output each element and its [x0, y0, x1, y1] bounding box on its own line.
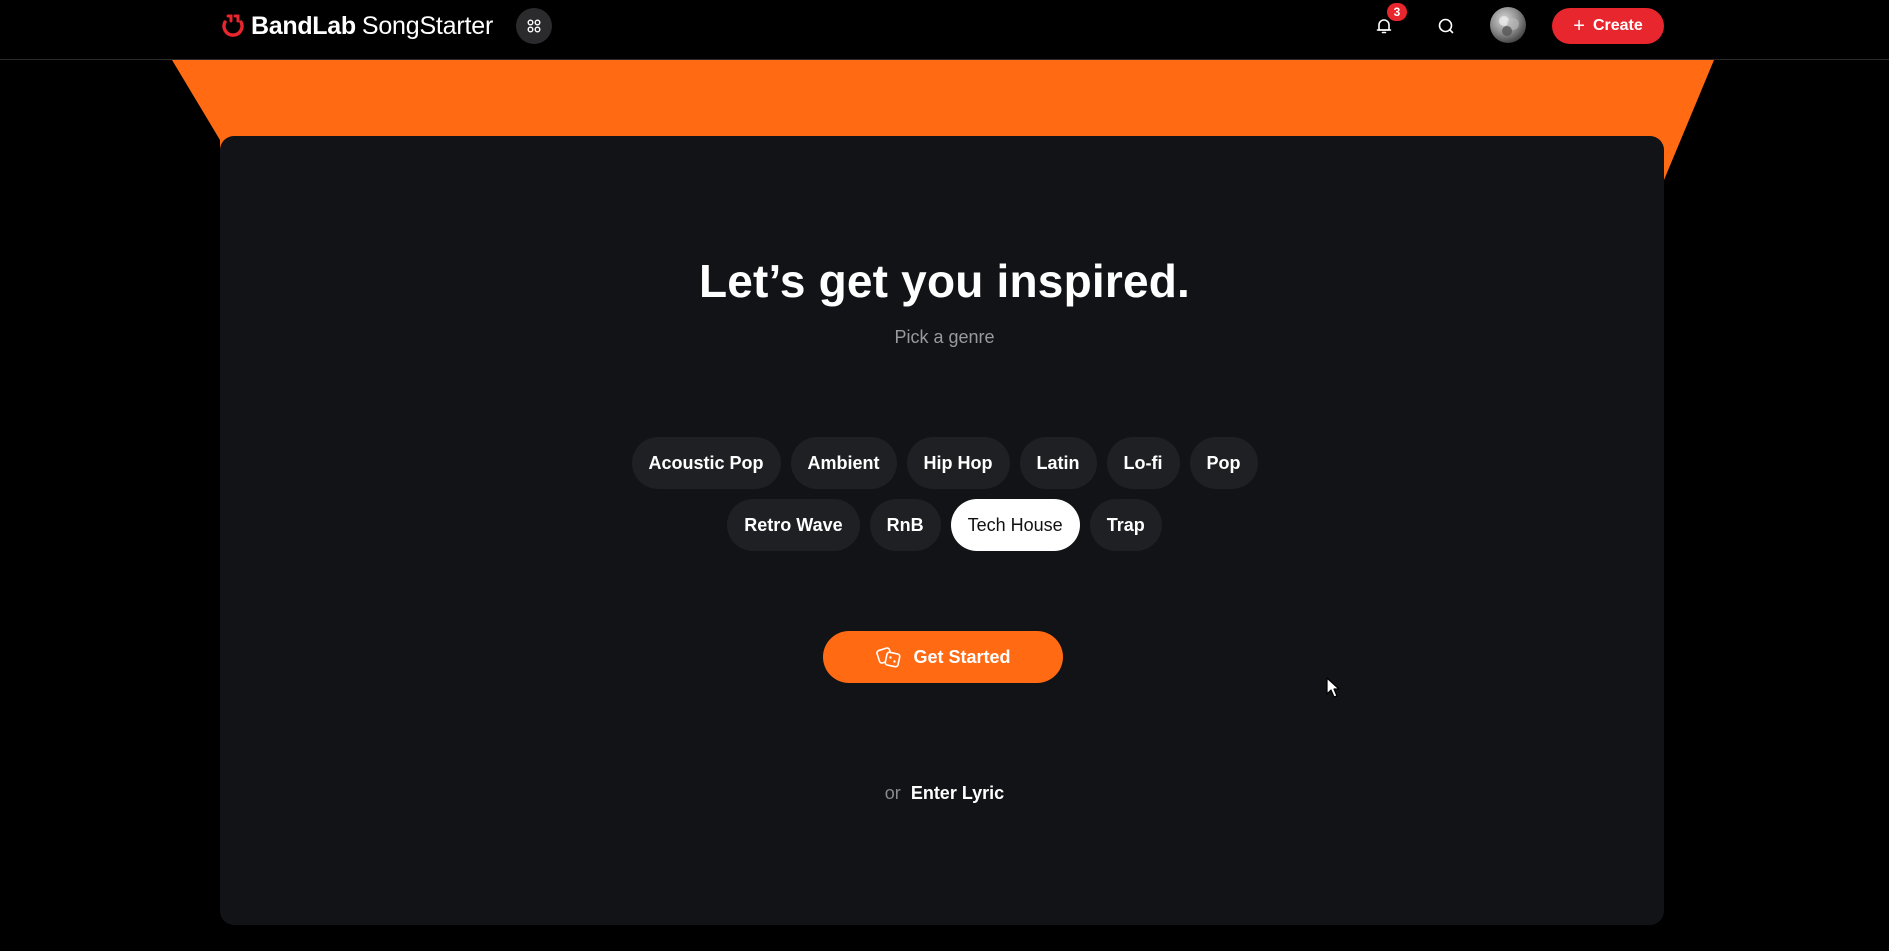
get-started-button[interactable]: Get Started	[823, 631, 1063, 683]
genre-row-1: Acoustic Pop Ambient Hip Hop Latin Lo-fi…	[0, 437, 1889, 489]
bell-icon	[1376, 19, 1392, 34]
genre-row-2: Retro Wave RnB Tech House Trap	[0, 499, 1889, 551]
genre-chip-tech-house[interactable]: Tech House	[950, 499, 1080, 551]
genre-chip-retro-wave[interactable]: Retro Wave	[727, 499, 860, 551]
genre-chip-latin[interactable]: Latin	[1019, 437, 1097, 489]
get-started-label: Get Started	[913, 646, 1011, 667]
brand-name: BandLab	[251, 11, 356, 40]
dice-icon	[876, 647, 902, 668]
genre-chip-hip-hop[interactable]: Hip Hop	[906, 437, 1010, 489]
genre-chip-rnb[interactable]: RnB	[869, 499, 941, 551]
genre-chip-ambient[interactable]: Ambient	[790, 437, 897, 489]
bandlab-logo-icon	[222, 14, 244, 37]
enter-lyric-row: or Enter Lyric	[0, 783, 1889, 804]
or-separator: or	[884, 783, 901, 803]
product-name: SongStarter	[361, 11, 494, 40]
apps-menu-button[interactable]	[516, 8, 552, 44]
genre-chip-lo-fi[interactable]: Lo-fi	[1106, 437, 1180, 489]
genre-chip-acoustic-pop[interactable]: Acoustic Pop	[631, 437, 781, 489]
mouse-pointer-icon	[1326, 677, 1340, 698]
avatar-image	[1499, 16, 1519, 36]
brand[interactable]: BandLab SongStarter	[219, 10, 493, 42]
notification-count-badge: 3	[1387, 3, 1407, 21]
top-navigation-bar: BandLab SongStarter 3 + Create	[0, 0, 1889, 60]
genre-chip-pop[interactable]: Pop	[1189, 437, 1258, 489]
create-button[interactable]: + Create	[1552, 8, 1664, 44]
search-icon	[1438, 18, 1454, 34]
apps-grid-icon	[527, 19, 541, 33]
enter-lyric-link[interactable]: Enter Lyric	[911, 783, 1004, 804]
page-subtitle: Pick a genre	[894, 327, 995, 347]
page-title: Let’s get you inspired.	[698, 255, 1191, 307]
search-button[interactable]	[1428, 8, 1464, 44]
user-avatar[interactable]	[1490, 7, 1526, 43]
create-button-label: Create	[1592, 17, 1643, 34]
plus-icon: +	[1573, 15, 1585, 37]
genre-chip-trap[interactable]: Trap	[1089, 499, 1162, 551]
